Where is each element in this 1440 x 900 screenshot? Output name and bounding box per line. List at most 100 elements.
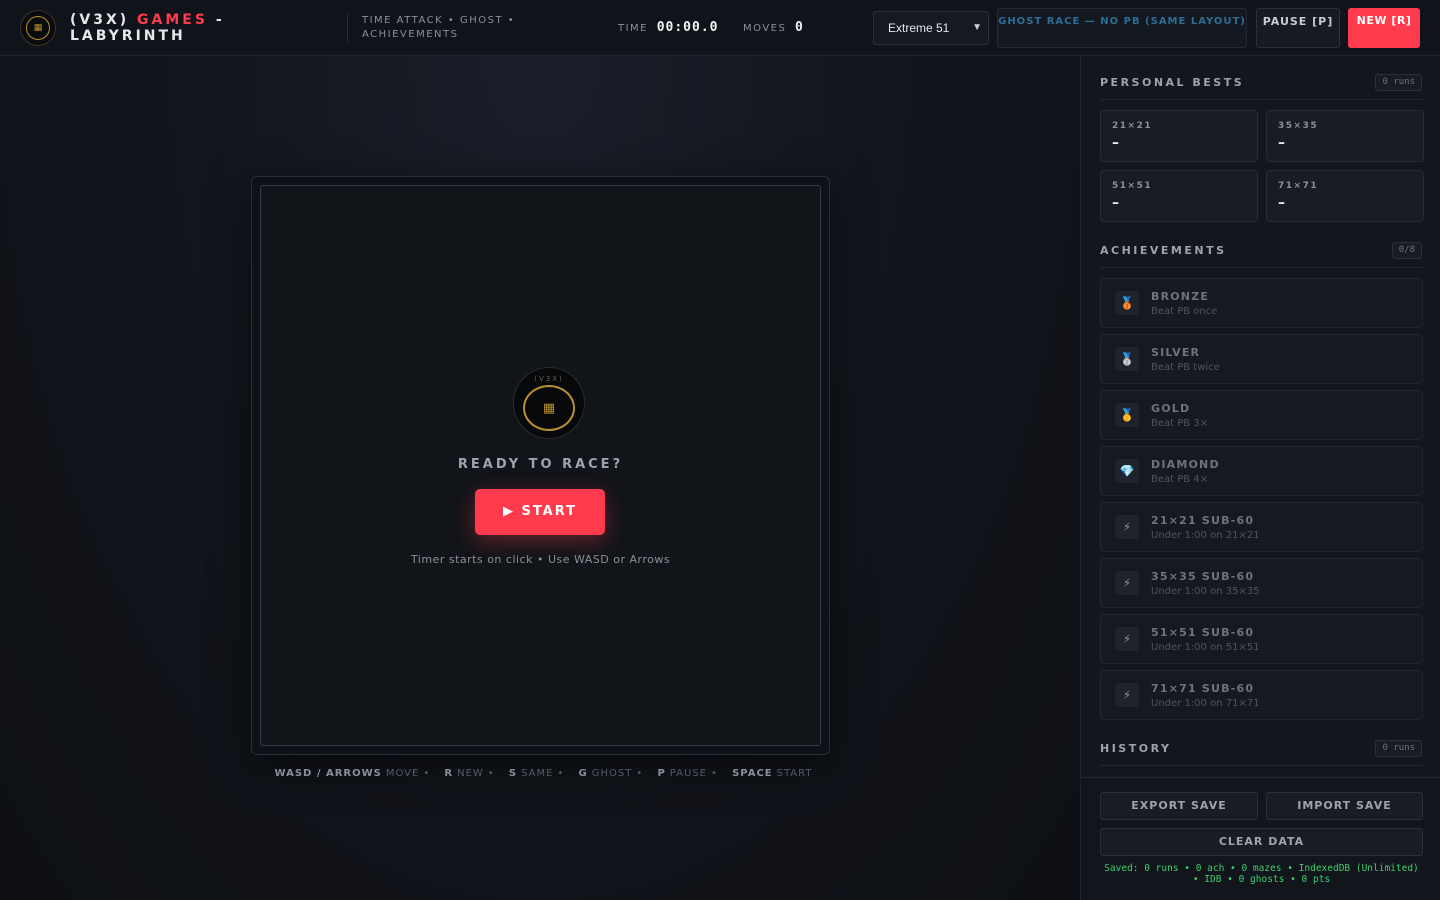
ready-heading: READY TO RACE? — [457, 457, 624, 472]
achievement-bronze: 🥉 BRONZE Beat PB once — [1100, 278, 1423, 328]
moves-stat: MOVES 0 — [743, 20, 804, 35]
gold-medal-icon: 🥇 — [1115, 403, 1139, 427]
pb-size: 35×35 — [1278, 121, 1319, 131]
shortcut-key: P — [657, 768, 666, 779]
shortcut-key: G — [578, 768, 588, 779]
app-logo: ▦ — [20, 10, 56, 46]
maze-board: (V3X) ▦ READY TO RACE? ▶ START Timer sta… — [251, 176, 830, 755]
separator: • — [423, 768, 431, 779]
pb-card: 71×71 – — [1266, 170, 1424, 222]
achievements-badge: 0/8 — [1391, 242, 1422, 259]
achievement-gold: 🥇 GOLD Beat PB 3× — [1100, 390, 1423, 440]
start-button[interactable]: ▶ START — [475, 489, 605, 535]
overlay-logo-text: (V3X) — [534, 375, 564, 383]
overlay-logo: (V3X) ▦ — [513, 367, 585, 439]
time-stat: TIME 00:00.0 — [618, 20, 719, 35]
new-maze-button[interactable]: NEW [R] — [1348, 8, 1420, 48]
achievement-desc: Under 1:00 on 21×21 — [1151, 530, 1260, 541]
maze-canvas[interactable]: (V3X) ▦ READY TO RACE? ▶ START Timer sta… — [260, 185, 821, 746]
achievement-name: DIAMOND — [1151, 458, 1220, 471]
pb-value: – — [1278, 195, 1285, 211]
pb-card: 21×21 – — [1100, 110, 1258, 162]
lightning-icon: ⚡ — [1115, 515, 1139, 539]
lightning-icon: ⚡ — [1115, 571, 1139, 595]
pb-card: 35×35 – — [1266, 110, 1424, 162]
sidebar: PERSONAL BESTS 0 runs 21×21 – 35×35 – 51… — [1080, 56, 1440, 900]
achievement-silver: 🥈 SILVER Beat PB twice — [1100, 334, 1423, 384]
shortcut-key: WASD / ARROWS — [274, 768, 382, 779]
pb-size: 71×71 — [1278, 181, 1319, 191]
shortcut-label: SAME — [521, 768, 554, 779]
achievement-name: 35×35 SUB-60 — [1151, 570, 1255, 583]
achievement-desc: Under 1:00 on 35×35 — [1151, 586, 1260, 597]
pb-value: – — [1278, 135, 1285, 151]
shortcut-key: SPACE — [732, 768, 773, 779]
save-status: Saved: 0 runs • 0 ach • 0 mazes • Indexe… — [1104, 863, 1419, 885]
pb-value: – — [1112, 195, 1119, 211]
section-divider — [1100, 267, 1423, 268]
section-divider — [1100, 765, 1423, 766]
brand-prefix: (V3X) — [70, 12, 130, 28]
clear-data-button[interactable]: CLEAR DATA — [1100, 828, 1423, 856]
diamond-icon: 💎 — [1115, 459, 1139, 483]
time-value: 00:00.0 — [656, 20, 719, 35]
bronze-medal-icon: 🥉 — [1115, 291, 1139, 315]
separator: • — [487, 768, 495, 779]
history-title: HISTORY — [1100, 742, 1172, 755]
achievement-sub60-71: ⚡ 71×71 SUB-60 Under 1:00 on 71×71 — [1100, 670, 1423, 720]
shortcut-label: PAUSE — [669, 768, 707, 779]
shortcut-label: START — [776, 768, 813, 779]
top-bar: ▦ (V3X) GAMES - LABYRINTH TIME ATTACK • … — [0, 0, 1440, 56]
achievements-title: ACHIEVEMENTS — [1100, 244, 1227, 257]
achievement-desc: Beat PB twice — [1151, 362, 1220, 373]
brand-accent: GAMES — [137, 12, 208, 28]
header-divider — [347, 14, 348, 42]
tagline: TIME ATTACK • GHOST • ACHIEVEMENTS — [362, 15, 516, 40]
achievement-name: 71×71 SUB-60 — [1151, 682, 1255, 695]
achievement-sub60-51: ⚡ 51×51 SUB-60 Under 1:00 on 51×51 — [1100, 614, 1423, 664]
achievement-name: GOLD — [1151, 402, 1191, 415]
pause-button[interactable]: PAUSE [P] — [1256, 8, 1340, 48]
lightning-icon: ⚡ — [1115, 627, 1139, 651]
app-title: (V3X) GAMES - LABYRINTH — [70, 12, 340, 44]
separator: • — [711, 768, 718, 779]
moves-label: MOVES — [743, 23, 787, 34]
achievement-desc: Beat PB once — [1151, 306, 1218, 317]
achievement-sub60-21: ⚡ 21×21 SUB-60 Under 1:00 on 21×21 — [1100, 502, 1423, 552]
difficulty-select[interactable]: Extreme 51 ▼ — [873, 11, 989, 45]
achievement-desc: Under 1:00 on 71×71 — [1151, 698, 1260, 709]
section-divider — [1100, 99, 1423, 100]
maze-icon: ▦ — [523, 385, 575, 431]
achievement-diamond: 💎 DIAMOND Beat PB 4× — [1100, 446, 1423, 496]
pb-size: 21×21 — [1112, 121, 1153, 131]
achievement-sub60-35: ⚡ 35×35 SUB-60 Under 1:00 on 35×35 — [1100, 558, 1423, 608]
separator: • — [557, 768, 565, 779]
shortcut-label: GHOST — [591, 768, 633, 779]
achievement-desc: Under 1:00 on 51×51 — [1151, 642, 1260, 653]
pb-value: – — [1112, 135, 1119, 151]
silver-medal-icon: 🥈 — [1115, 347, 1139, 371]
lightning-icon: ⚡ — [1115, 683, 1139, 707]
achievement-name: BRONZE — [1151, 290, 1210, 303]
achievement-name: 51×51 SUB-60 — [1151, 626, 1255, 639]
personal-bests-badge: 0 runs — [1375, 74, 1422, 91]
shortcut-label: NEW — [457, 768, 484, 779]
difficulty-value: Extreme 51 — [888, 21, 950, 35]
shortcut-key: R — [444, 768, 454, 779]
maze-icon: ▦ — [26, 16, 50, 40]
time-label: TIME — [618, 23, 649, 34]
export-save-button[interactable]: EXPORT SAVE — [1100, 792, 1258, 820]
save-panel: EXPORT SAVE IMPORT SAVE CLEAR DATA Saved… — [1081, 777, 1440, 900]
start-hint: Timer starts on click • Use WASD or Arro… — [410, 553, 671, 566]
moves-value: 0 — [795, 20, 804, 35]
achievement-name: 21×21 SUB-60 — [1151, 514, 1255, 527]
shortcut-label: MOVE — [385, 768, 420, 779]
achievement-name: SILVER — [1151, 346, 1201, 359]
personal-bests-title: PERSONAL BESTS — [1100, 76, 1245, 89]
ghost-race-button[interactable]: GHOST RACE — NO PB (SAME LAYOUT) — [997, 8, 1247, 48]
pb-card: 51×51 – — [1100, 170, 1258, 222]
separator: • — [636, 768, 644, 779]
history-badge: 0 runs — [1375, 740, 1422, 757]
import-save-button[interactable]: IMPORT SAVE — [1266, 792, 1423, 820]
chevron-down-icon: ▼ — [972, 22, 982, 33]
